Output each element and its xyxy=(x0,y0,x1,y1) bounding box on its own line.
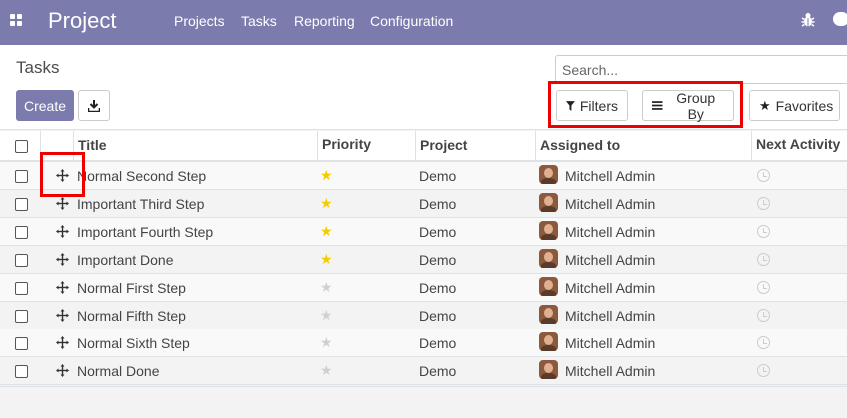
priority-star-icon[interactable]: ★ xyxy=(320,307,333,324)
drag-handle-icon[interactable] xyxy=(56,197,69,210)
priority-star-icon[interactable]: ★ xyxy=(320,223,333,240)
assigned-user: Mitchell Admin xyxy=(565,196,656,212)
control-panel: Tasks Create Filters Group By ★ Favorite… xyxy=(0,45,847,130)
table-row[interactable]: Important Third Step ★ Demo Mitchell Admin xyxy=(0,190,847,218)
assigned-user: Mitchell Admin xyxy=(565,363,656,379)
menu-reporting[interactable]: Reporting xyxy=(294,13,355,29)
assigned-user: Mitchell Admin xyxy=(565,168,656,184)
table-row[interactable]: Important Done ★ Demo Mitchell Admin xyxy=(0,246,847,274)
favorites-label: Favorites xyxy=(775,97,834,114)
priority-star-icon[interactable]: ★ xyxy=(320,195,333,212)
clock-icon[interactable] xyxy=(757,197,770,210)
column-assigned-to[interactable]: Assigned to xyxy=(535,131,751,160)
menu-configuration[interactable]: Configuration xyxy=(370,13,453,29)
project-name: Demo xyxy=(419,280,457,296)
task-title[interactable]: Normal Fifth Step xyxy=(77,308,186,324)
bug-icon[interactable] xyxy=(801,12,815,28)
task-title[interactable]: Normal Done xyxy=(77,363,159,379)
project-name: Demo xyxy=(419,168,457,184)
star-icon: ★ xyxy=(759,97,771,113)
favorites-button[interactable]: ★ Favorites xyxy=(749,90,840,121)
task-title[interactable]: Normal First Step xyxy=(77,280,186,296)
column-title[interactable]: Title xyxy=(73,131,317,160)
download-icon xyxy=(88,99,100,112)
assigned-user: Mitchell Admin xyxy=(565,224,656,240)
table-row[interactable]: Normal Sixth Step ★ Demo Mitchell Admin xyxy=(0,329,847,357)
table-row[interactable]: Normal Done ★ Demo Mitchell Admin xyxy=(0,357,847,385)
clock-icon[interactable] xyxy=(757,336,770,349)
assigned-user: Mitchell Admin xyxy=(565,252,656,268)
assigned-user: Mitchell Admin xyxy=(565,335,656,351)
row-checkbox[interactable] xyxy=(15,198,28,211)
project-name: Demo xyxy=(419,363,457,379)
task-title[interactable]: Important Fourth Step xyxy=(77,224,213,240)
menu-tasks[interactable]: Tasks xyxy=(241,13,277,29)
avatar xyxy=(539,193,558,212)
clock-icon[interactable] xyxy=(757,225,770,238)
create-button[interactable]: Create xyxy=(16,90,74,121)
avatar xyxy=(539,332,558,351)
table-row[interactable]: Normal Fifth Step ★ Demo Mitchell Admin xyxy=(0,302,847,330)
footer-area xyxy=(0,386,847,418)
drag-handle-icon[interactable] xyxy=(56,281,69,294)
search-input[interactable] xyxy=(555,55,847,84)
drag-handle-icon[interactable] xyxy=(56,309,69,322)
clock-icon[interactable] xyxy=(757,309,770,322)
avatar xyxy=(539,277,558,296)
project-name: Demo xyxy=(419,252,457,268)
drag-handle-icon[interactable] xyxy=(56,364,69,377)
table-row[interactable]: Important Fourth Step ★ Demo Mitchell Admin xyxy=(0,218,847,246)
clock-icon[interactable] xyxy=(757,253,770,266)
task-title[interactable]: Important Done xyxy=(77,252,174,268)
row-checkbox[interactable] xyxy=(15,170,28,183)
project-name: Demo xyxy=(419,224,457,240)
column-next-activity[interactable]: Next Activity xyxy=(751,131,847,160)
task-title[interactable]: Important Third Step xyxy=(77,196,204,212)
highlight-box-filters xyxy=(548,81,743,128)
apps-grid-icon[interactable] xyxy=(10,14,23,27)
task-title[interactable]: Normal Second Step xyxy=(77,168,206,184)
chat-icon[interactable] xyxy=(833,12,847,26)
avatar xyxy=(539,221,558,240)
priority-star-icon[interactable]: ★ xyxy=(320,251,333,268)
row-checkbox[interactable] xyxy=(15,254,28,267)
select-all-checkbox[interactable] xyxy=(15,140,28,153)
avatar xyxy=(539,249,558,268)
avatar xyxy=(539,305,558,324)
row-checkbox[interactable] xyxy=(15,282,28,295)
row-checkbox[interactable] xyxy=(15,365,28,378)
clock-icon[interactable] xyxy=(757,281,770,294)
column-project[interactable]: Project xyxy=(415,131,535,160)
column-priority[interactable]: Priority xyxy=(317,131,415,160)
priority-star-icon[interactable]: ★ xyxy=(320,362,333,379)
clock-icon[interactable] xyxy=(757,364,770,377)
assigned-user: Mitchell Admin xyxy=(565,308,656,324)
row-checkbox[interactable] xyxy=(15,310,28,323)
priority-star-icon[interactable]: ★ xyxy=(320,334,333,351)
table-row[interactable]: Normal First Step ★ Demo Mitchell Admin xyxy=(0,274,847,302)
table-header: Title Priority Project Assigned to Next … xyxy=(0,131,847,162)
avatar xyxy=(539,165,558,184)
assigned-user: Mitchell Admin xyxy=(565,280,656,296)
table-row[interactable]: Normal Second Step ★ Demo Mitchell Admin xyxy=(0,162,847,190)
task-title[interactable]: Normal Sixth Step xyxy=(77,335,190,351)
top-navbar: Project Projects Tasks Reporting Configu… xyxy=(0,0,847,45)
avatar xyxy=(539,360,558,379)
project-name: Demo xyxy=(419,196,457,212)
breadcrumb: Tasks xyxy=(16,58,60,77)
download-button[interactable] xyxy=(78,90,110,121)
drag-handle-icon[interactable] xyxy=(56,225,69,238)
app-brand[interactable]: Project xyxy=(48,8,116,34)
project-name: Demo xyxy=(419,308,457,324)
row-checkbox[interactable] xyxy=(15,337,28,350)
row-checkbox[interactable] xyxy=(15,226,28,239)
drag-handle-icon[interactable] xyxy=(56,336,69,349)
highlight-box-drag-handle xyxy=(40,152,85,197)
drag-handle-icon[interactable] xyxy=(56,253,69,266)
priority-star-icon[interactable]: ★ xyxy=(320,279,333,296)
project-name: Demo xyxy=(419,335,457,351)
menu-projects[interactable]: Projects xyxy=(174,13,225,29)
clock-icon[interactable] xyxy=(757,169,770,182)
priority-star-icon[interactable]: ★ xyxy=(320,167,333,184)
